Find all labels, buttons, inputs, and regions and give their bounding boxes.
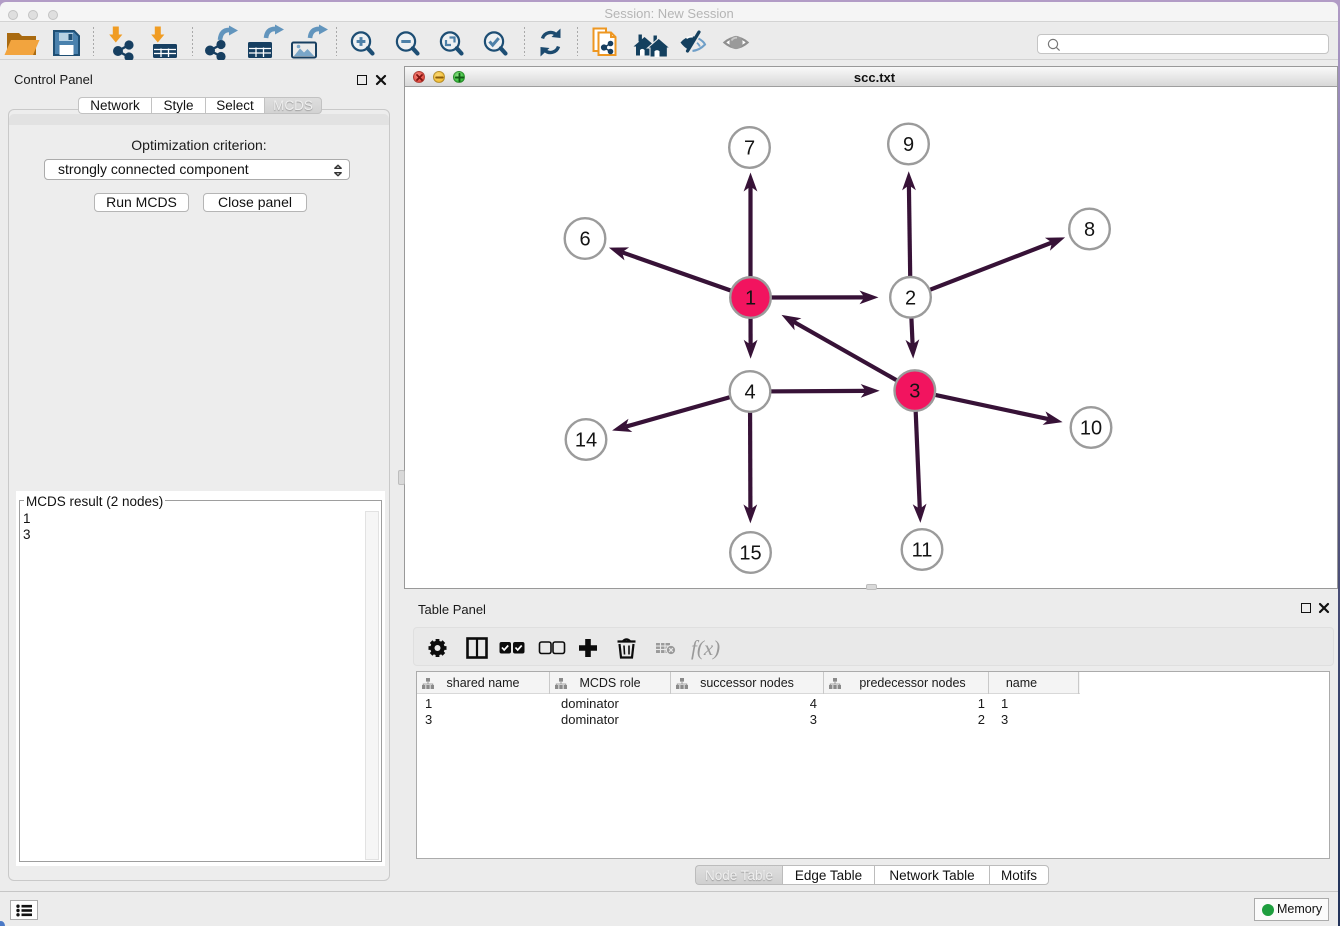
svg-text:f(x): f(x) xyxy=(691,636,720,660)
svg-text:6: 6 xyxy=(579,229,590,251)
svg-text:9: 9 xyxy=(903,134,914,156)
svg-text:1: 1 xyxy=(745,288,756,310)
svg-text:11: 11 xyxy=(912,540,933,562)
svg-text:15: 15 xyxy=(739,543,761,565)
svg-text:8: 8 xyxy=(1084,219,1095,241)
svg-text:10: 10 xyxy=(1080,418,1102,440)
svg-text:2: 2 xyxy=(905,287,916,309)
svg-text:7: 7 xyxy=(744,138,755,160)
svg-text:4: 4 xyxy=(744,382,755,404)
svg-text:3: 3 xyxy=(909,381,920,403)
svg-text:14: 14 xyxy=(575,430,597,452)
